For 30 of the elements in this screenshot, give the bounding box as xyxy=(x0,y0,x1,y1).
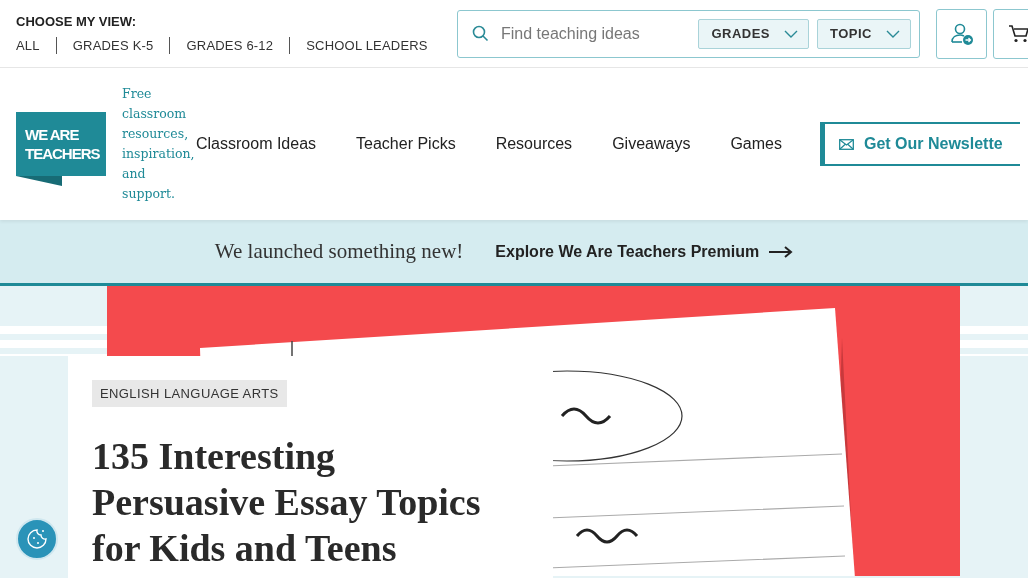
cart-button[interactable] xyxy=(993,8,1028,59)
chevron-down-icon xyxy=(784,29,798,38)
view-link[interactable]: GRADES K-5 xyxy=(55,36,170,54)
view-link[interactable]: ALL xyxy=(16,36,56,54)
cart-icon xyxy=(1008,23,1028,44)
account-button[interactable] xyxy=(936,8,987,59)
search-field[interactable]: Find teaching ideas GRADES TOPIC xyxy=(457,9,920,58)
nav-link[interactable]: Classroom Ideas xyxy=(196,135,317,153)
nav-link[interactable]: Teacher Picks xyxy=(356,135,456,153)
nav-link[interactable]: Resources xyxy=(495,135,573,153)
filter-dropdown[interactable]: TOPIC xyxy=(817,18,911,49)
envelope-icon xyxy=(838,138,854,150)
search-icon xyxy=(472,25,489,42)
announcement-text: We launched something new! xyxy=(214,239,464,264)
arrow-right-icon xyxy=(769,245,794,258)
view-chooser-label: CHOOSE MY VIEW: xyxy=(16,13,138,29)
category-tag[interactable]: ENGLISH LANGUAGE ARTS xyxy=(92,380,287,407)
cookie-settings-button[interactable] xyxy=(16,518,58,560)
nav-link[interactable]: Giveaways xyxy=(612,135,691,153)
premium-link[interactable]: Explore We Are Teachers Premium xyxy=(495,242,794,261)
tagline: Free classroom resources, inspiration, and support. xyxy=(122,85,196,203)
chevron-down-icon xyxy=(886,29,900,38)
article-title: 135 Interesting Persuasive Essay Topics for Kids and Teens xyxy=(92,434,482,571)
view-link[interactable]: GRADES 6-12 xyxy=(169,36,290,54)
nav-link[interactable]: Games xyxy=(730,135,782,153)
newsletter-button[interactable]: Get Our Newslette xyxy=(819,122,1020,166)
filter-dropdown[interactable]: GRADES xyxy=(698,18,809,49)
view-link[interactable]: SCHOOL LEADERS xyxy=(289,36,444,54)
cookie-icon xyxy=(26,528,48,550)
user-icon xyxy=(949,21,974,46)
